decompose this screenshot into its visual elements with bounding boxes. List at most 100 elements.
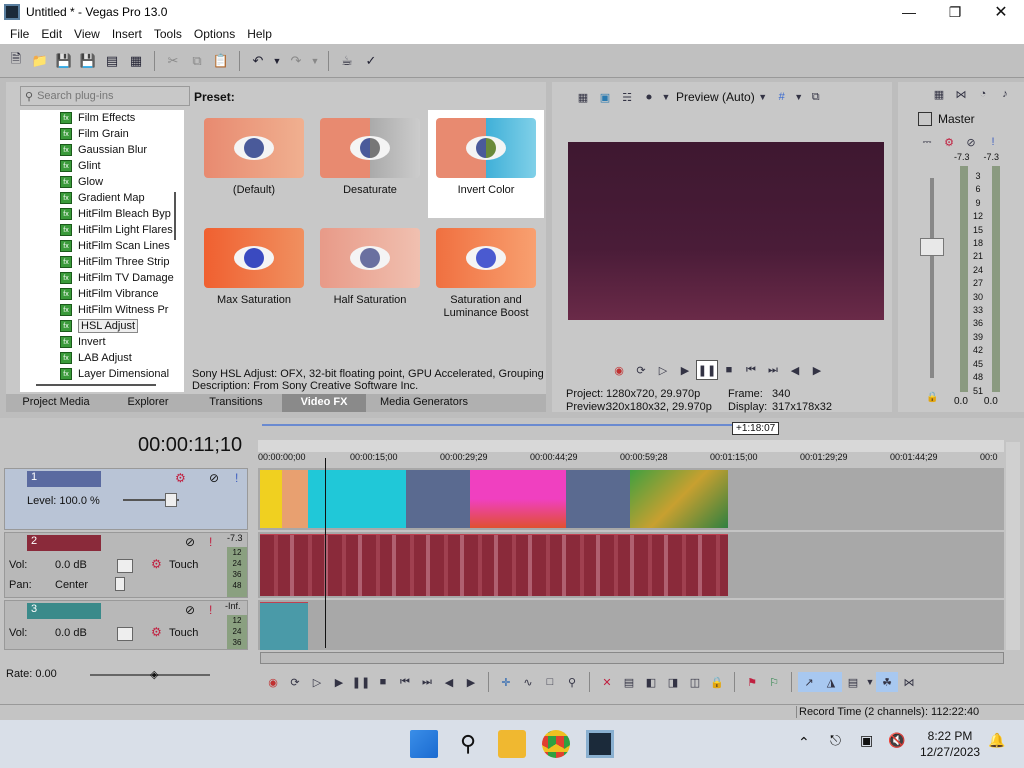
play-from-start-icon[interactable]: ▷: [306, 672, 328, 692]
record-icon[interactable]: ◉: [262, 672, 284, 692]
chevron-down-icon[interactable]: ▼: [755, 87, 771, 107]
video-clip[interactable]: [260, 470, 282, 528]
vol-slider-handle[interactable]: [117, 627, 133, 641]
tree-item[interactable]: fx Film Effects: [20, 110, 184, 126]
preset-half-saturation[interactable]: Half Saturation: [312, 220, 428, 328]
trim-start-icon[interactable]: ◧: [640, 672, 662, 692]
minimize-button[interactable]: —: [886, 0, 932, 24]
network-icon[interactable]: ⎋: [830, 732, 841, 749]
split-icon[interactable]: ◫: [684, 672, 706, 692]
envelope-tool-icon[interactable]: ∿: [517, 672, 539, 692]
mute-icon[interactable]: ⊘: [185, 535, 195, 549]
normal-edit-tool-icon[interactable]: ✛: [495, 672, 517, 692]
loop-region-bar[interactable]: [262, 424, 732, 426]
go-to-start-icon[interactable]: ⏮: [740, 360, 762, 380]
auto-ripple-icon[interactable]: ↗: [798, 672, 820, 692]
lock-envelopes-icon[interactable]: ◮: [820, 672, 842, 692]
video-track-header[interactable]: 1 Level: 100.0 % ⚙ ⊘ !: [4, 468, 248, 530]
ignore-event-grouping-icon[interactable]: ▤: [842, 672, 864, 692]
marker-bar[interactable]: [258, 440, 1004, 452]
preview-quality-select[interactable]: Preview (Auto): [676, 90, 755, 104]
menu-view[interactable]: View: [68, 27, 106, 41]
enable-snapping-icon[interactable]: ☕: [336, 50, 358, 72]
fx-gear-icon[interactable]: ⚙: [938, 132, 960, 152]
previous-frame-icon[interactable]: ◀: [784, 360, 806, 380]
redo-icon[interactable]: ↷: [285, 50, 307, 72]
copy-snapshot-icon[interactable]: ⧉: [805, 87, 827, 107]
maximize-button[interactable]: ❐: [932, 0, 978, 24]
solo-icon[interactable]: !: [982, 132, 1004, 152]
dropdown-icon[interactable]: ▼: [793, 87, 805, 107]
copy-icon[interactable]: ⧉: [186, 50, 208, 72]
properties-icon[interactable]: ▦: [125, 50, 147, 72]
timeline-horizontal-scrollbar[interactable]: [260, 652, 1004, 664]
close-button[interactable]: ✕: [978, 0, 1024, 24]
tree-item[interactable]: fx Film Grain: [20, 126, 184, 142]
search-plugins-input[interactable]: ⚲ Search plug-ins: [20, 86, 190, 106]
audio-track-header[interactable]: 2 Vol: 0.0 dB ⚙ Touch Pan: Center ⊘ ! -7…: [4, 532, 248, 598]
go-to-start-icon[interactable]: ⏮: [394, 672, 416, 692]
menu-options[interactable]: Options: [188, 27, 241, 41]
preview-fx-icon[interactable]: ⚫: [638, 87, 660, 107]
time-ruler[interactable]: 00:00:00;00 00:00:15;00 00:00:29;29 00:0…: [258, 452, 1004, 466]
mute-icon[interactable]: ⊘: [185, 603, 195, 617]
play-icon[interactable]: ▶: [328, 672, 350, 692]
split-screen-icon[interactable]: ☵: [616, 87, 638, 107]
insert-region-icon[interactable]: ⚐: [763, 672, 785, 692]
vegas-taskbar-icon[interactable]: [586, 730, 614, 758]
audio-track-header[interactable]: 3 Vol: 0.0 dB ⚙ Touch ⊘ ! -Inf. 12 24 36: [4, 600, 248, 650]
playhead-cursor[interactable]: [325, 458, 326, 648]
preset-saturation-luminance-boost[interactable]: Saturation and Luminance Boost: [428, 220, 544, 328]
fader-settings-icon[interactable]: ⎓: [916, 132, 938, 152]
trim-end-icon[interactable]: ◨: [662, 672, 684, 692]
video-clip[interactable]: [282, 470, 308, 528]
tab-project-media[interactable]: Project Media: [6, 394, 106, 412]
solo-icon[interactable]: !: [235, 471, 238, 485]
redo-dropdown-icon[interactable]: ▼: [309, 50, 321, 72]
file-explorer-icon[interactable]: [498, 730, 526, 758]
undo-icon[interactable]: ↶: [247, 50, 269, 72]
next-frame-icon[interactable]: ▶: [806, 360, 828, 380]
preset-invert-color[interactable]: Invert Color: [428, 110, 544, 218]
tree-item-selected[interactable]: fx HSL Adjust: [20, 318, 184, 334]
loop-icon[interactable]: ⟳: [284, 672, 306, 692]
tree-item[interactable]: fx Glow: [20, 174, 184, 190]
enable-snapping-icon[interactable]: ☘: [876, 672, 898, 692]
lock-icon[interactable]: 🔒: [926, 392, 938, 403]
level-slider-handle[interactable]: [165, 493, 177, 507]
go-to-end-icon[interactable]: ⏭: [416, 672, 438, 692]
render-icon[interactable]: ▤: [101, 50, 123, 72]
vol-slider-handle[interactable]: [117, 559, 133, 573]
preset-default[interactable]: (Default): [196, 110, 312, 218]
dropdown-icon[interactable]: ▼: [660, 87, 672, 107]
preview-properties-icon[interactable]: ▦: [572, 87, 594, 107]
play-from-start-icon[interactable]: ▷: [652, 360, 674, 380]
preset-desaturate[interactable]: Desaturate: [312, 110, 428, 218]
windows-start-icon[interactable]: [410, 730, 438, 758]
external-monitor-icon[interactable]: ▣: [594, 87, 616, 107]
pan-slider-handle[interactable]: [115, 577, 125, 591]
mixer-properties-icon[interactable]: ▦: [928, 84, 950, 104]
tree-item[interactable]: fx Invert: [20, 334, 184, 350]
tree-vertical-scrollbar[interactable]: [174, 192, 176, 240]
tree-item[interactable]: fx Glint: [20, 158, 184, 174]
tree-item[interactable]: fx HitFilm Light Flares: [20, 222, 184, 238]
mute-icon[interactable]: ⊘: [209, 471, 219, 485]
delete-icon[interactable]: ✕: [596, 672, 618, 692]
paste-icon[interactable]: 📋: [210, 50, 232, 72]
dim-output-icon[interactable]: ◔: [972, 84, 994, 104]
automation-mode[interactable]: Touch: [169, 627, 198, 639]
go-to-end-icon[interactable]: ⏭: [762, 360, 784, 380]
pause-icon[interactable]: ❚❚: [696, 360, 718, 380]
menu-tools[interactable]: Tools: [148, 27, 188, 41]
chevron-up-icon[interactable]: ⌃: [798, 734, 810, 751]
open-folder-icon[interactable]: 📁: [29, 50, 51, 72]
automation-mode[interactable]: Touch: [169, 559, 198, 571]
stop-icon[interactable]: ■: [718, 360, 740, 380]
rate-slider-handle[interactable]: ◈: [150, 668, 158, 681]
video-clip[interactable]: [308, 470, 406, 528]
new-icon[interactable]: 🗎: [5, 50, 27, 72]
auto-crossfade-icon[interactable]: ⋈: [898, 672, 920, 692]
video-clip[interactable]: [566, 470, 630, 528]
video-clip[interactable]: [470, 470, 566, 528]
